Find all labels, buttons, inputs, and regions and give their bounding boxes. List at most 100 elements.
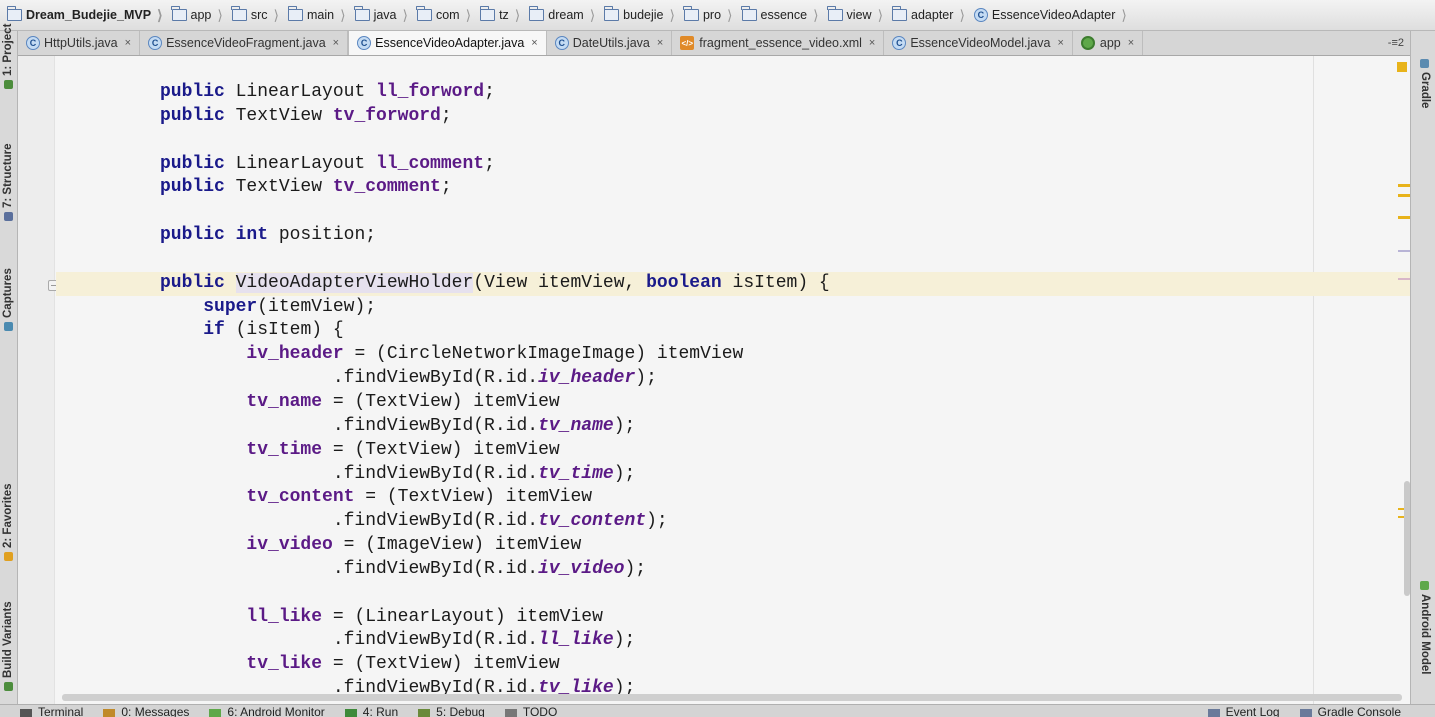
current-code-line[interactable]: public VideoAdapterViewHolder(View itemV… <box>56 271 1410 296</box>
code-line[interactable]: public LinearLayout ll_comment; <box>56 153 1410 177</box>
code-token: super <box>203 296 258 317</box>
code-line[interactable]: tv_like = (TextView) itemView <box>56 653 1410 677</box>
error-stripe-mark[interactable] <box>1398 278 1410 280</box>
bottom-tool-bar: Terminal 0: Messages 6: Android Monitor 4: … <box>0 704 1435 717</box>
code-token: ll_like <box>538 630 614 651</box>
package-icon <box>416 6 432 21</box>
code-line[interactable]: if (isItem) { <box>56 319 1410 343</box>
code-token: VideoAdapterViewHolder <box>235 272 474 293</box>
editor-tab[interactable]: app × <box>1073 31 1144 55</box>
breadcrumb-item[interactable]: view ⟩ <box>825 4 887 26</box>
error-stripe-mark[interactable] <box>1398 194 1410 197</box>
tool-window-1-project[interactable]: 1: Project <box>2 24 14 89</box>
breadcrumb-item[interactable]: adapter ⟩ <box>889 4 969 26</box>
editor-tab[interactable]: C EssenceVideoModel.java × <box>884 31 1073 55</box>
code-line[interactable]: iv_video = (ImageView) itemView <box>56 534 1410 558</box>
structure-icon <box>3 212 13 221</box>
warning-indicator-icon[interactable] <box>1397 62 1407 72</box>
code-line[interactable]: super(itemView); <box>56 296 1410 320</box>
editor-tab[interactable]: C EssenceVideoFragment.java × <box>140 31 349 55</box>
breadcrumb-item[interactable]: tz ⟩ <box>477 4 524 26</box>
code-line[interactable]: .findViewById(R.id.iv_video); <box>56 558 1410 582</box>
breadcrumb-item[interactable]: Dream_Budejie_MVP ⟩ <box>4 4 167 26</box>
breadcrumb-item[interactable]: C EssenceVideoAdapter ⟩ <box>971 4 1131 26</box>
breadcrumb-label: pro <box>702 8 722 22</box>
code-line[interactable] <box>56 200 1410 224</box>
close-icon[interactable]: × <box>125 37 131 49</box>
code-line[interactable]: .findViewById(R.id.tv_time); <box>56 463 1410 487</box>
editor-tab[interactable]: C DateUtils.java × <box>547 31 673 55</box>
code-line[interactable]: iv_header = (CircleNetworkImageImage) it… <box>56 343 1410 367</box>
code-line[interactable]: tv_time = (TextView) itemView <box>56 439 1410 463</box>
tool-window-5-debug[interactable]: 5: Debug <box>418 705 485 717</box>
tool-window-todo[interactable]: TODO <box>504 705 557 717</box>
code-line[interactable] <box>56 248 1410 272</box>
breadcrumb-item[interactable]: java ⟩ <box>352 4 412 26</box>
tool-window-event-log[interactable]: Event Log <box>1207 705 1280 717</box>
chevron-right-icon: ⟩ <box>514 6 521 23</box>
vertical-scrollbar[interactable] <box>1404 481 1410 596</box>
code-editor[interactable]: public LinearLayout ll_forword; public Te… <box>18 56 1410 704</box>
build-variants-icon <box>3 682 13 691</box>
horizontal-scrollbar[interactable] <box>62 694 1402 701</box>
breadcrumb-item[interactable]: essence ⟩ <box>739 4 823 26</box>
code-line[interactable] <box>56 129 1410 153</box>
code-line[interactable]: tv_content = (TextView) itemView <box>56 486 1410 510</box>
tool-window-android-model[interactable]: Android Model <box>1419 581 1431 675</box>
tool-window-build-variants[interactable]: Build Variants <box>2 601 14 691</box>
close-icon[interactable]: × <box>1128 37 1134 49</box>
close-icon[interactable]: × <box>869 37 875 49</box>
tool-window-0-messages[interactable]: 0: Messages <box>103 705 189 717</box>
code-line[interactable]: .findViewById(R.id.ll_like); <box>56 629 1410 653</box>
code-line[interactable]: public LinearLayout ll_forword; <box>56 81 1410 105</box>
error-stripe-mark[interactable] <box>1398 250 1410 252</box>
code-line[interactable]: tv_name = (TextView) itemView <box>56 391 1410 415</box>
code-token: = (TextView) itemView <box>322 439 560 460</box>
breadcrumb-item[interactable]: dream ⟩ <box>526 4 599 26</box>
close-icon[interactable]: × <box>1057 37 1063 49</box>
tool-window-terminal[interactable]: Terminal <box>20 705 83 717</box>
code-line[interactable]: ll_like = (LinearLayout) itemView <box>56 606 1410 630</box>
tool-window-gradle-console[interactable]: Gradle Console <box>1299 705 1401 717</box>
code-area[interactable]: public LinearLayout ll_forword; public Te… <box>56 81 1410 701</box>
close-icon[interactable]: × <box>333 37 339 49</box>
editor-gutter[interactable] <box>18 56 55 704</box>
code-line[interactable] <box>56 582 1410 606</box>
error-stripe-mark[interactable] <box>1398 216 1410 219</box>
tool-window-4-run[interactable]: 4: Run <box>344 705 398 717</box>
tab-overflow-button[interactable]: -≡2 <box>1382 31 1410 55</box>
code-line[interactable]: .findViewById(R.id.iv_header); <box>56 367 1410 391</box>
tool-window-gradle[interactable]: Gradle <box>1419 59 1431 108</box>
code-line[interactable]: public int position; <box>56 224 1410 248</box>
breadcrumb-item[interactable]: com ⟩ <box>414 4 475 26</box>
tool-window-captures[interactable]: Captures <box>2 268 14 331</box>
code-token: tv_time <box>246 439 323 460</box>
close-icon[interactable]: × <box>531 37 537 49</box>
breadcrumb-item[interactable]: budejie ⟩ <box>601 4 679 26</box>
breadcrumb-item[interactable]: src ⟩ <box>229 4 283 26</box>
breadcrumb-item[interactable]: app ⟩ <box>169 4 227 26</box>
code-line[interactable]: .findViewById(R.id.tv_name); <box>56 415 1410 439</box>
editor-tab[interactable]: C EssenceVideoAdapter.java × <box>348 31 547 55</box>
tool-window-label: 0: Messages <box>121 704 190 717</box>
code-line[interactable]: public TextView tv_comment; <box>56 176 1410 200</box>
close-icon[interactable]: × <box>657 37 663 49</box>
error-stripe-mark[interactable] <box>1398 184 1410 187</box>
code-token: LinearLayout <box>224 153 377 174</box>
breadcrumb-item[interactable]: main ⟩ <box>285 4 350 26</box>
breadcrumb-item[interactable]: pro ⟩ <box>681 4 737 26</box>
breadcrumb-label: src <box>250 8 268 22</box>
tool-window-2-favorites[interactable]: 2: Favorites <box>2 483 14 561</box>
tool-window-7-structure[interactable]: 7: Structure <box>2 143 14 221</box>
tab-label: fragment_essence_video.xml <box>699 36 862 50</box>
breadcrumb-label: tz <box>499 8 509 22</box>
code-line[interactable]: .findViewById(R.id.tv_content); <box>56 510 1410 534</box>
tool-window-6-android-monitor[interactable]: 6: Android Monitor <box>209 705 325 717</box>
code-line[interactable]: public TextView tv_forword; <box>56 105 1410 129</box>
editor-tab[interactable]: </> fragment_essence_video.xml × <box>672 31 885 55</box>
editor-tab[interactable]: C HttpUtils.java × <box>18 31 141 55</box>
